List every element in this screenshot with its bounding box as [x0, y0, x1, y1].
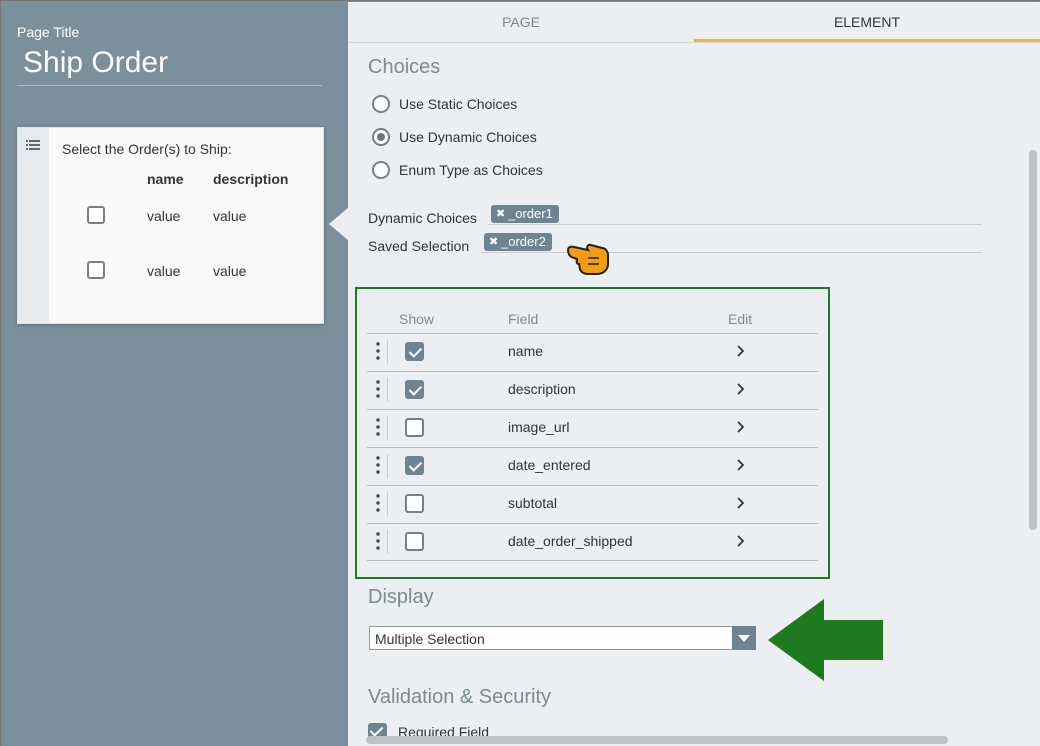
- radio-button[interactable]: [372, 161, 390, 179]
- preview-column-description: description: [213, 171, 289, 187]
- preview-column-name: name: [147, 171, 184, 187]
- saved-selection-chip[interactable]: ✖ _order2: [484, 233, 552, 251]
- table-row: description: [367, 371, 818, 409]
- radio-label: Enum Type as Choices: [399, 162, 543, 178]
- horizontal-scrollbar[interactable]: [366, 736, 948, 744]
- properties-panel: PAGE ELEMENT Choices Use Static Choices …: [348, 2, 1040, 746]
- row-divider: [387, 530, 388, 554]
- radio-dynamic-choices[interactable]: Use Dynamic Choices: [372, 127, 537, 147]
- row-divider: [387, 454, 388, 478]
- panel-pointer-arrow: [329, 207, 349, 241]
- display-select[interactable]: Multiple Selection: [369, 626, 756, 650]
- display-section-title: Display: [368, 586, 434, 608]
- chip-label: _order1: [508, 206, 553, 221]
- preview-cell-description: value: [213, 263, 247, 279]
- show-checkbox[interactable]: [405, 418, 424, 437]
- saved-selection-label: Saved Selection: [368, 238, 470, 254]
- drag-handle-icon[interactable]: [376, 342, 380, 360]
- dropdown-arrow-icon[interactable]: [732, 626, 756, 650]
- drag-handle-icon[interactable]: [376, 380, 380, 398]
- card-side-strip: [18, 128, 49, 323]
- table-header-edit: Edit: [728, 311, 753, 327]
- preview-title: Select the Order(s) to Ship:: [62, 141, 232, 157]
- table-header-field: Field: [508, 311, 539, 327]
- field-name: date_order_shipped: [508, 533, 633, 549]
- drag-handle-icon[interactable]: [376, 532, 380, 550]
- drag-handle-icon[interactable]: [376, 418, 380, 436]
- show-checkbox[interactable]: [405, 532, 424, 551]
- row-divider: [387, 378, 388, 402]
- field-name: subtotal: [508, 495, 558, 511]
- vertical-scrollbar[interactable]: [1029, 150, 1037, 530]
- table-header-show: Show: [399, 311, 435, 327]
- close-icon[interactable]: ✖: [489, 233, 498, 251]
- table-row: image_url: [367, 409, 818, 447]
- show-checkbox[interactable]: [405, 494, 424, 513]
- chevron-right-icon[interactable]: [735, 458, 745, 472]
- tab-page[interactable]: PAGE: [348, 2, 694, 43]
- table-row: date_order_shipped: [367, 523, 818, 561]
- radio-button[interactable]: [372, 95, 390, 113]
- chevron-right-icon[interactable]: [735, 344, 745, 358]
- tab-element[interactable]: ELEMENT: [694, 2, 1040, 43]
- show-checkbox[interactable]: [405, 380, 424, 399]
- table-row: name: [367, 333, 818, 371]
- preview-element-card[interactable]: Select the Order(s) to Ship: name descri…: [17, 127, 324, 324]
- chevron-right-icon[interactable]: [735, 382, 745, 396]
- chevron-right-icon[interactable]: [735, 420, 745, 434]
- field-name: description: [508, 381, 576, 397]
- close-icon[interactable]: ✖: [496, 205, 505, 223]
- page-title-field[interactable]: Ship Order: [23, 46, 168, 80]
- list-icon: [26, 140, 40, 150]
- drag-handle-icon[interactable]: [376, 456, 380, 474]
- drag-handle-icon[interactable]: [376, 494, 380, 512]
- saved-selection-field[interactable]: [481, 252, 982, 253]
- radio-label: Use Static Choices: [399, 96, 518, 112]
- active-tab-indicator: [694, 39, 1040, 42]
- app-window: Page Title Ship Order Select the Order(s…: [0, 0, 1040, 746]
- field-name: image_url: [508, 419, 570, 435]
- arrow-left-icon: [768, 599, 883, 681]
- row-divider: [387, 340, 388, 364]
- chip-label: _order2: [501, 234, 546, 249]
- radio-button[interactable]: [372, 128, 390, 146]
- preview-row-checkbox[interactable]: [87, 206, 105, 224]
- validation-section-title: Validation & Security: [368, 686, 552, 708]
- preview-cell-description: value: [213, 208, 247, 224]
- radio-label: Use Dynamic Choices: [399, 129, 537, 145]
- display-select-value: Multiple Selection: [375, 631, 485, 647]
- row-divider: [387, 492, 388, 516]
- show-checkbox[interactable]: [405, 342, 424, 361]
- preview-cell-name: value: [147, 208, 181, 224]
- row-divider: [387, 416, 388, 440]
- page-title-underline: [17, 85, 322, 86]
- preview-row-checkbox[interactable]: [87, 261, 105, 279]
- tab-bar: PAGE ELEMENT: [348, 2, 1040, 43]
- table-row: subtotal: [367, 485, 818, 523]
- chevron-right-icon[interactable]: [735, 534, 745, 548]
- chevron-right-icon[interactable]: [735, 496, 745, 510]
- pointing-hand-icon: [566, 243, 609, 275]
- design-canvas: Page Title Ship Order Select the Order(s…: [2, 2, 349, 746]
- dynamic-choices-field[interactable]: [488, 224, 982, 225]
- choices-section-title: Choices: [368, 56, 441, 78]
- radio-static-choices[interactable]: Use Static Choices: [372, 94, 517, 114]
- dynamic-choices-label: Dynamic Choices: [368, 210, 477, 226]
- dynamic-choices-chip[interactable]: ✖ _order1: [491, 205, 559, 223]
- field-name: date_entered: [508, 457, 591, 473]
- show-checkbox[interactable]: [405, 456, 424, 475]
- page-title-label: Page Title: [17, 24, 80, 40]
- table-row: date_entered: [367, 447, 818, 485]
- field-name: name: [508, 343, 544, 359]
- preview-cell-name: value: [147, 263, 181, 279]
- radio-enum-choices[interactable]: Enum Type as Choices: [372, 160, 543, 180]
